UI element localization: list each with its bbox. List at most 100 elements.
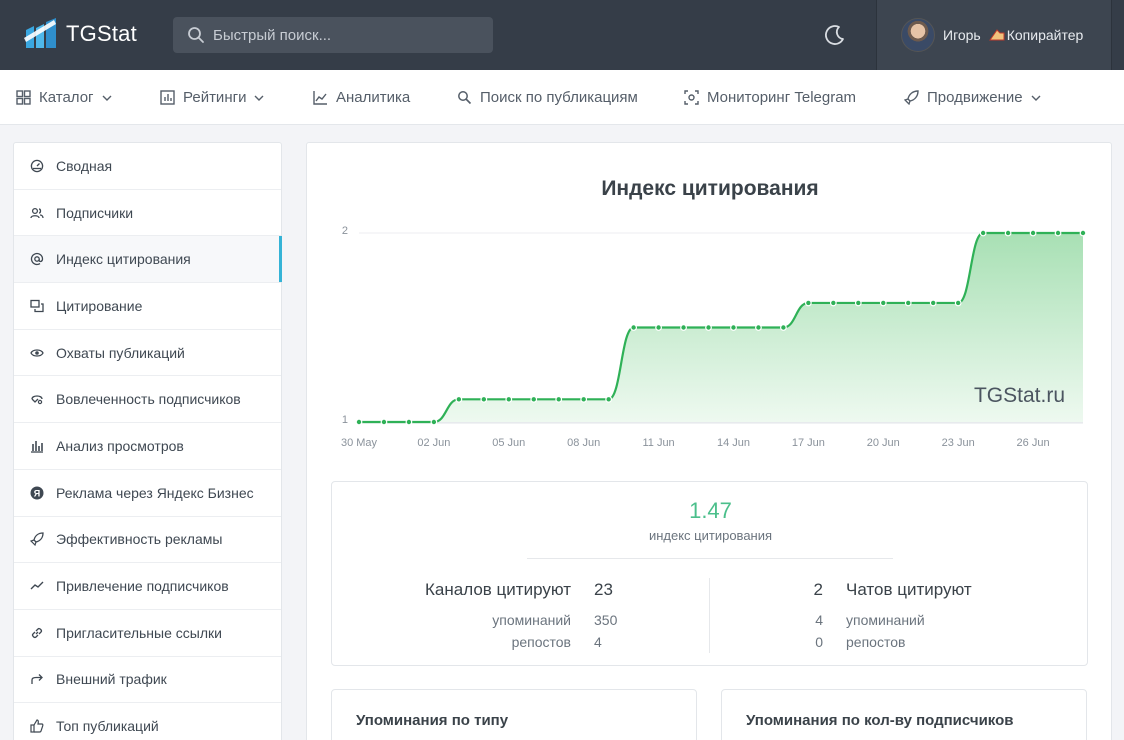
nav-item-post-search[interactable]: Поиск по публикациям [457,70,638,125]
search-placeholder: Быстрый поиск... [213,26,332,44]
data-point[interactable] [555,395,563,403]
sidebar-item-external-traffic[interactable]: Внешний трафик [14,657,281,704]
nav-item-monitoring[interactable]: Мониторинг Telegram [684,70,856,125]
nav-item-label: Рейтинги [183,89,247,106]
logo[interactable]: TGStat [24,18,137,50]
data-point[interactable] [854,299,862,307]
main-nav: Каталог Рейтинги Аналитика Поиск по публ… [0,70,1124,125]
link-icon [31,627,43,638]
data-point[interactable] [655,324,662,331]
sidebar-item-label: Индекс цитирования [56,251,191,268]
data-point[interactable] [705,324,712,331]
data-point[interactable] [1004,229,1012,237]
data-point[interactable] [380,418,388,426]
channels-reposts-label: репостов [511,634,571,650]
sidebar-item-ad-efficiency[interactable]: Эффективность рекламы [14,517,281,564]
y-tick-label: 1 [342,414,348,426]
eye-icon [30,348,44,357]
user-name: Игорь [943,27,981,43]
sidebar-item-invite-links[interactable]: Пригласительные ссылки [14,610,281,657]
sidebar-item-label: Топ публикаций [56,718,159,735]
data-point[interactable] [405,418,413,426]
sidebar-item-label: Пригласительные ссылки [56,624,222,641]
summary-card: 1.47 индекс цитирования Каналов цитируют… [331,481,1088,666]
avatar [901,18,935,52]
chats-reposts-value: 0 [815,634,823,650]
data-point[interactable] [929,299,937,307]
line-chart-icon [313,91,327,105]
bar-chart-icon [160,90,175,105]
data-point[interactable] [730,324,737,331]
user-badge: Копирайтер [1006,27,1084,43]
chats-citing-label: Чатов цитируют [846,580,972,599]
channels-mentions-label: упоминаний [492,612,571,628]
nav-item-label: Продвижение [927,89,1023,106]
chevron-down-icon [102,95,112,101]
chats-mentions-label: упоминаний [846,612,925,628]
data-point[interactable] [954,299,962,307]
sidebar-item-yandex-ads[interactable]: Я Реклама через Яндекс Бизнес [14,470,281,517]
user-menu[interactable]: Игорь Копирайтер [876,0,1112,70]
dark-mode-icon[interactable] [824,24,846,46]
data-point[interactable] [605,395,613,403]
data-point[interactable] [355,418,363,426]
hand-writing-icon [988,29,1005,41]
nav-item-catalog[interactable]: Каталог [16,70,112,125]
sidebar-item-citation-index[interactable]: Индекс цитирования [14,236,282,284]
data-point[interactable] [829,299,837,307]
sidebar-item-label: Подписчики [56,204,134,221]
sidebar-item-label: Внешний трафик [56,671,167,688]
x-tick-label: 14 Jun [717,437,750,449]
chats-reposts-label: репостов [846,634,906,650]
data-point[interactable] [630,324,638,331]
chats-mentions-value: 4 [815,612,823,628]
data-point[interactable] [530,395,538,403]
divider [527,558,893,559]
citation-index-label: индекс цитирования [648,528,773,543]
nav-item-analytics[interactable]: Аналитика [313,70,410,125]
mentions-by-type-card: Упоминания по типу [331,689,697,740]
divider [709,578,710,653]
sidebar-item-reach[interactable]: Охваты публикаций [14,330,281,377]
data-point[interactable] [480,395,488,403]
card-title: Упоминания по кол-ву подписчиков [746,712,1014,729]
rocket-icon [904,90,919,105]
data-point[interactable] [879,299,887,307]
at-icon [30,253,44,266]
nav-item-ratings[interactable]: Рейтинги [160,70,264,125]
sidebar-item-engagement[interactable]: Вовлеченность подписчиков [14,376,281,424]
search-icon [188,27,204,43]
data-point[interactable] [505,395,513,403]
data-point[interactable] [1079,229,1087,237]
data-point[interactable] [804,299,812,307]
search-input[interactable]: Быстрый поиск... [173,17,493,53]
data-point[interactable] [979,229,987,237]
card-title: Упоминания по типу [356,712,509,729]
quote-icon [30,299,44,313]
data-point[interactable] [1054,229,1062,237]
logo-icon [24,18,56,48]
channels-citing-label: Каналов цитируют [425,580,571,599]
sidebar-item-views[interactable]: Анализ просмотров [14,423,281,470]
chevron-down-icon [254,95,264,101]
data-point[interactable] [1029,229,1037,237]
citation-index-value: 1.47 [689,498,732,523]
nav-item-label: Поиск по публикациям [480,89,638,106]
data-point[interactable] [430,418,438,426]
x-tick-label: 23 Jun [942,437,975,449]
sidebar-item-citations[interactable]: Цитирование [14,283,281,330]
data-point[interactable] [755,324,762,331]
nav-item-promotion[interactable]: Продвижение [904,70,1041,125]
data-point[interactable] [455,395,463,403]
data-point[interactable] [680,324,687,331]
sidebar-item-top-posts[interactable]: Топ публикаций [14,703,281,740]
sidebar-item-acquisition[interactable]: Привлечение подписчиков [14,563,281,610]
sidebar-item-label: Цитирование [56,297,143,314]
data-point[interactable] [580,395,588,403]
sidebar-item-summary[interactable]: Сводная [14,143,281,190]
sidebar-item-subscribers[interactable]: Подписчики [14,190,281,237]
data-point[interactable] [904,299,912,307]
channels-mentions-value: 350 [594,612,618,628]
scan-icon [684,90,699,105]
data-point[interactable] [780,324,787,331]
